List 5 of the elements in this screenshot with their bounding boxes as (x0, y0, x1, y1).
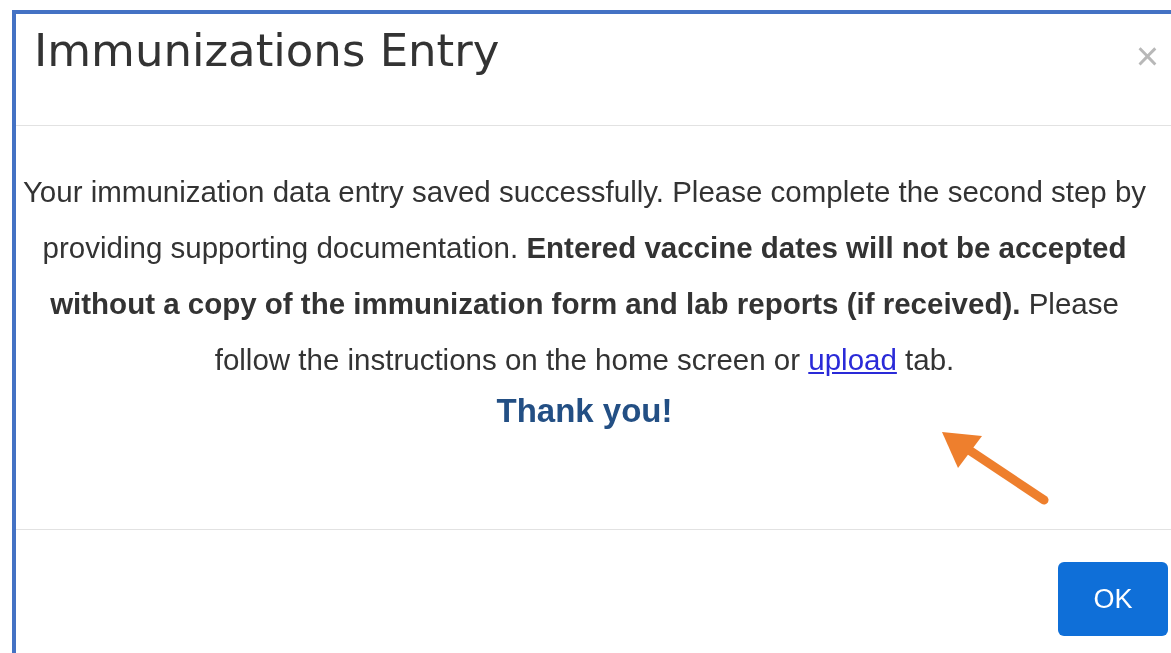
thank-you-text: Thank you! (496, 392, 673, 430)
dialog-title: Immunizations Entry (34, 24, 500, 78)
upload-link[interactable]: upload (808, 343, 897, 376)
message-text: Your immunization data entry saved successfully. Please complete the second step by providing supporting documentation. Entered vaccine dates will not be accepted without a copy of the immunization form and lab reports (if received). Please follow the instructions on the home screen or upload tab. (21, 174, 1148, 378)
ok-button[interactable]: OK (1058, 562, 1168, 636)
